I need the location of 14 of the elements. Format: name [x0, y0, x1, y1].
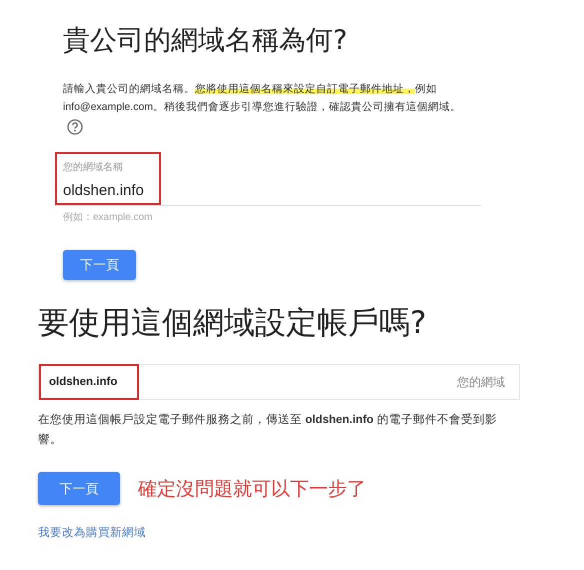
buy-domain-link[interactable]: 我要改為購買新網域 [38, 525, 146, 540]
domain-input-field[interactable]: 您的網域名稱 oldshen.info [55, 152, 481, 206]
help-icon[interactable] [67, 119, 83, 135]
next-button[interactable]: 下一頁 [38, 472, 120, 505]
notice-text: 在您使用這個帳戶設定電子郵件服務之前，傳送至 oldshen.info 的電子郵件不會受到影響。 [38, 412, 498, 448]
field-label: 您的網域 [457, 374, 505, 390]
page-title: 貴公司的網域名稱為何? [63, 24, 348, 58]
field-value: oldshen.info [63, 182, 145, 199]
page-title: 要使用這個網域設定帳戶嗎? [38, 304, 426, 343]
domain-value: oldshen.info [39, 364, 140, 400]
next-button[interactable]: 下一頁 [63, 250, 136, 280]
field-label: 您的網域名稱 [63, 160, 124, 174]
annotation-text: 確定沒問題就可以下一步了 [138, 476, 366, 502]
hint-text: 例如：example.com [63, 211, 152, 224]
